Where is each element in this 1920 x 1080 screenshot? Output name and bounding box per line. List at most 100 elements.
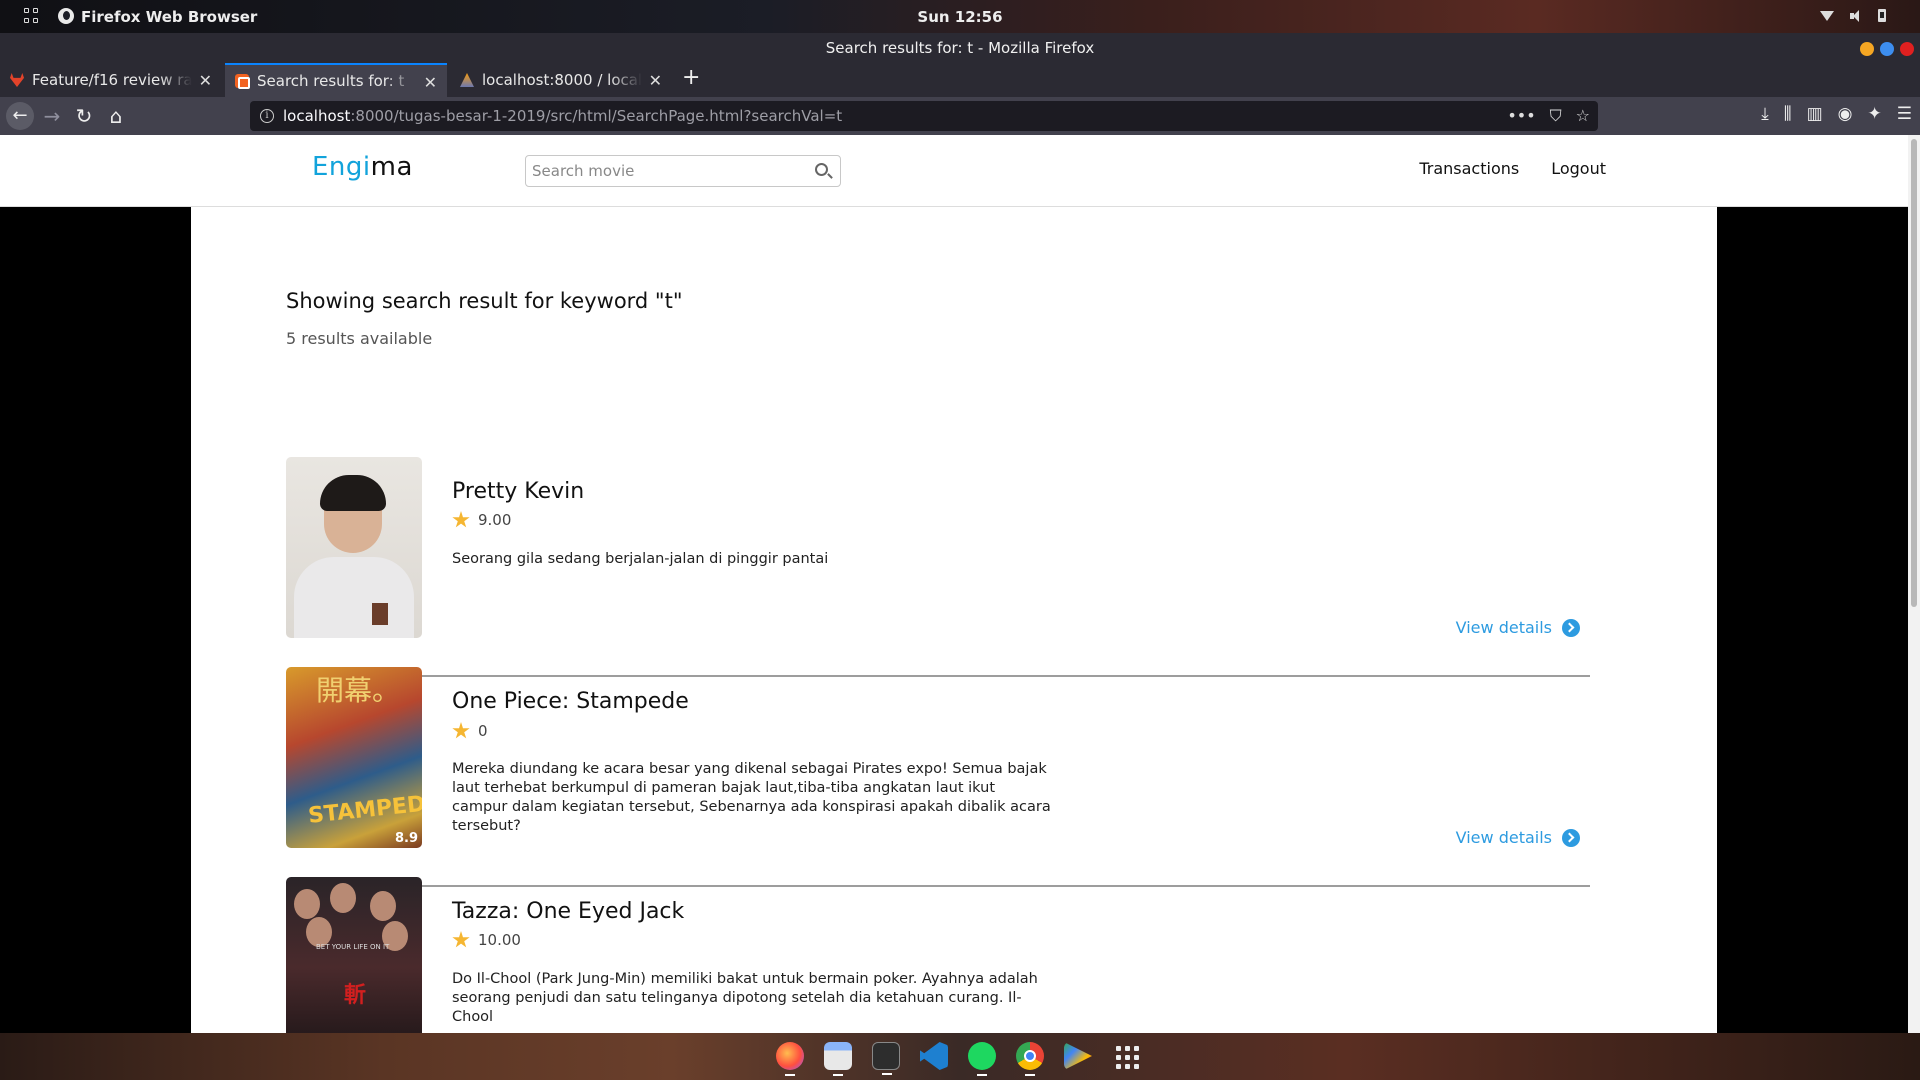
back-arrow-icon[interactable]: ← xyxy=(6,102,34,130)
page-actions-icon[interactable]: ••• xyxy=(1507,101,1535,131)
nav-toolbar: ← → ↻ ⌂ i localhost:8000/tugas-besar-1-2… xyxy=(0,97,1920,135)
poster-date: 8.9 xyxy=(394,831,418,846)
tab-gitlab[interactable]: Feature/f16 review rat ✕ xyxy=(0,63,222,97)
poster-mark: 斬 xyxy=(344,983,367,1008)
window-titlebar: Search results for: t - Mozilla Firefox xyxy=(0,33,1920,63)
forward-arrow-icon[interactable]: → xyxy=(40,104,64,128)
toolbar-right: ⤓ ⫼ ▥ ◉ ✦ ☰ xyxy=(1761,104,1912,124)
poster-text: BET YOUR LIFE ON IT xyxy=(316,943,390,951)
wifi-icon[interactable] xyxy=(1820,10,1834,21)
movie-synopsis: Mereka diundang ke acara besar yang dike… xyxy=(452,761,1051,834)
minimize-button[interactable] xyxy=(1860,42,1874,56)
results-count: 5 results available xyxy=(286,329,433,348)
url-host: localhost xyxy=(283,107,351,125)
tab-search-results[interactable]: Search results for: t ✕ xyxy=(225,63,447,97)
rating-value: 9.00 xyxy=(478,511,512,529)
movie-rating: 10.00 xyxy=(452,931,521,949)
search-icon[interactable] xyxy=(815,163,828,176)
downloads-icon[interactable]: ⤓ xyxy=(1761,104,1769,124)
movie-card: 開幕。 STAMPEDE 8.9 One Piece: Stampede 0 M… xyxy=(286,667,1590,887)
close-icon[interactable]: ✕ xyxy=(424,73,437,92)
tab-phpmyadmin[interactable]: localhost:8000 / localh ✕ xyxy=(450,63,672,97)
view-details-link[interactable]: View details xyxy=(1456,828,1580,847)
vscode-icon[interactable] xyxy=(920,1042,948,1070)
terminal-icon[interactable] xyxy=(872,1042,900,1075)
home-icon[interactable]: ⌂ xyxy=(104,104,128,128)
site-info-icon[interactable]: i xyxy=(260,109,274,123)
chevron-right-icon xyxy=(1562,618,1580,637)
bookmark-star-icon[interactable]: ☆ xyxy=(1576,101,1590,131)
close-icon[interactable]: ✕ xyxy=(199,71,212,90)
chevron-right-icon xyxy=(1562,828,1580,847)
results-heading: Showing search result for keyword "t" xyxy=(286,289,683,313)
close-window-button[interactable] xyxy=(1900,42,1914,56)
tab-label: localhost:8000 / localh xyxy=(482,71,642,89)
dock-icons xyxy=(776,1042,1140,1076)
extension-icon[interactable]: ✦ xyxy=(1868,104,1882,124)
dock xyxy=(0,1033,1920,1080)
sidebar-icon[interactable]: ▥ xyxy=(1807,104,1823,124)
poster-text: 開幕。 xyxy=(316,674,401,707)
movie-poster[interactable]: 開幕。 STAMPEDE 8.9 xyxy=(286,667,422,848)
system-tray[interactable] xyxy=(1820,9,1886,22)
pocket-icon[interactable]: ⛉ xyxy=(1550,101,1562,131)
spotify-icon[interactable] xyxy=(968,1042,996,1076)
new-tab-button[interactable]: + xyxy=(682,65,700,90)
logout-link[interactable]: Logout xyxy=(1551,159,1606,178)
close-icon[interactable]: ✕ xyxy=(649,71,662,90)
tab-label: Search results for: t xyxy=(257,72,405,90)
view-details-label: View details xyxy=(1455,618,1552,637)
movie-poster[interactable]: BET YOUR LIFE ON IT 斬 xyxy=(286,877,422,1033)
search-input[interactable] xyxy=(532,156,802,186)
movie-rating: 9.00 xyxy=(452,511,511,529)
tab-label: Feature/f16 review rat xyxy=(32,71,192,89)
movie-synopsis: Seorang gila sedang berjalan-jalan di pi… xyxy=(452,551,829,567)
tab-strip: Feature/f16 review rat ✕ Search results … xyxy=(0,63,1920,97)
movie-title: Tazza: One Eyed Jack xyxy=(452,899,685,924)
movie-title: Pretty Kevin xyxy=(452,479,585,504)
url-bar[interactable]: i localhost:8000/tugas-besar-1-2019/src/… xyxy=(250,101,1598,131)
view-details-label: View details xyxy=(1455,828,1552,847)
search-box xyxy=(525,155,841,187)
rating-value: 10.00 xyxy=(478,931,521,949)
scrollbar-thumb[interactable] xyxy=(1911,139,1917,607)
movie-poster[interactable] xyxy=(286,457,422,638)
reload-icon[interactable]: ↻ xyxy=(72,104,96,128)
maximize-button[interactable] xyxy=(1880,42,1894,56)
chrome-icon[interactable] xyxy=(1016,1042,1044,1076)
star-icon xyxy=(452,511,470,528)
movie-card: Pretty Kevin 9.00 Seorang gila sedang be… xyxy=(286,457,1590,677)
url-actions: ••• ⛉ ☆ xyxy=(1507,101,1590,131)
battery-icon[interactable] xyxy=(1878,9,1886,22)
firefox-icon[interactable] xyxy=(776,1042,804,1076)
url-text[interactable]: localhost:8000/tugas-besar-1-2019/src/ht… xyxy=(283,101,842,131)
window-title: Search results for: t - Mozilla Firefox xyxy=(825,39,1095,57)
gitlab-icon xyxy=(10,73,24,87)
star-icon xyxy=(452,722,470,739)
url-path: :8000/tugas-besar-1-2019/src/html/Search… xyxy=(350,107,843,125)
system-top-bar: Firefox Web Browser Sun 12:56 xyxy=(0,0,1920,33)
transactions-link[interactable]: Transactions xyxy=(1419,159,1519,178)
movie-synopsis: Do Il-Chool (Park Jung-Min) memiliki bak… xyxy=(452,971,1038,1025)
files-icon[interactable] xyxy=(824,1042,852,1076)
window-controls xyxy=(1860,42,1914,56)
view-details-link[interactable]: View details xyxy=(1456,618,1580,637)
library-icon[interactable]: ⫼ xyxy=(1784,104,1792,124)
play-store-icon[interactable] xyxy=(1064,1042,1092,1070)
site-header: Engima Transactions Logout xyxy=(0,135,1908,207)
movie-rating: 0 xyxy=(452,722,488,740)
logo-accent: Engi xyxy=(312,152,371,182)
site-logo[interactable]: Engima xyxy=(312,152,413,182)
show-apps-icon[interactable] xyxy=(1112,1042,1140,1070)
rating-value: 0 xyxy=(478,722,488,740)
account-icon[interactable]: ◉ xyxy=(1838,104,1853,124)
poster-subtitle: STAMPEDE xyxy=(307,790,422,829)
system-clock[interactable]: Sun 12:56 xyxy=(0,8,1920,26)
movie-title: One Piece: Stampede xyxy=(452,689,689,714)
phpmyadmin-icon xyxy=(460,73,474,87)
page-viewport: Engima Transactions Logout Showing searc… xyxy=(0,135,1920,1033)
movie-card: BET YOUR LIFE ON IT 斬 Tazza: One Eyed Ja… xyxy=(286,877,1590,1033)
menu-icon[interactable]: ☰ xyxy=(1897,104,1912,124)
page-scrollbar[interactable] xyxy=(1908,135,1920,1033)
volume-icon[interactable] xyxy=(1850,9,1862,22)
